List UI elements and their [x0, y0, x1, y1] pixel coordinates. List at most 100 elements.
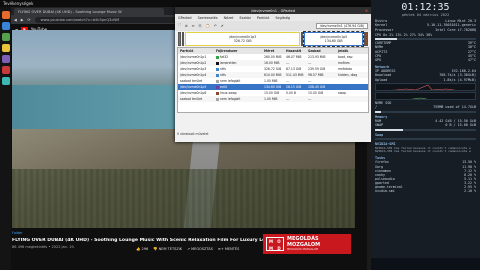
youtube-icon[interactable] [1, 66, 10, 74]
map-seg-efi[interactable] [178, 32, 181, 46]
cell-flags: msftres [338, 61, 350, 65]
back-icon[interactable]: ◀ [14, 18, 17, 22]
close-icon[interactable]: ✕ [365, 9, 368, 13]
menu-gparted[interactable]: GParted [178, 16, 192, 20]
cell-size: 16.00 MiB [264, 61, 280, 65]
memory-row: SWAP 0 B / 15.00 GiB [375, 123, 476, 128]
network-row: Upload 1.8k/s (4.97MiB) [375, 77, 476, 82]
fs-label: fat32 [220, 55, 229, 59]
map-seg-p3[interactable]: /dev/nvme0n1p3 326.72 GiB [185, 32, 301, 46]
banner-sub: MEGOLDÁS MOZGALOM [287, 248, 319, 251]
nvidia-msg-2: NVIDIA-SMI has failed because it couldn'… [375, 150, 471, 154]
app-icon[interactable] [1, 55, 10, 63]
cell-fs: ext4 [216, 85, 264, 89]
date: péntek 04 március 2022 [401, 13, 450, 17]
system-info-row: Processor Intel Core i7-7820HQ [375, 27, 476, 32]
cpu-bar [375, 38, 476, 41]
map-seg-swap[interactable] [364, 32, 368, 46]
cell-fs: nem lefoglalt [216, 97, 264, 101]
cell-size: 15.00 GiB [264, 91, 280, 95]
files-icon[interactable] [1, 22, 10, 30]
cell-fs: linux-swap [216, 91, 264, 95]
ad-banner[interactable]: MOMD MEGOLDÁS MOZGALOM MEGOLDÁS MOZGALOM [263, 234, 351, 254]
cell-free: --- [308, 97, 312, 101]
partition-map: /dev/nvme0n1p3 326.72 GiB /dev/nvme0n1p5 1… [175, 31, 371, 47]
cell-part: /dev/nvme0n1p4 [180, 73, 207, 77]
firefox-icon[interactable] [1, 11, 10, 19]
cell-part: /dev/nvme0n1p1 [180, 55, 207, 59]
cell-used: 46.07 MiB [286, 55, 302, 59]
menu-edit[interactable]: Szerkesztés [198, 16, 218, 20]
fs-color-swatch [216, 97, 219, 101]
menu-view[interactable]: Nézet [224, 16, 234, 20]
cell-free: 239.59 GiB [308, 67, 326, 71]
gparted-titlebar: /dev/nvme0n1 - GParted ✕ [175, 7, 371, 14]
undo-icon[interactable]: ↶ [214, 24, 217, 28]
menu-help[interactable]: Segítség [275, 16, 290, 20]
cell-flags: msftdata [338, 67, 352, 71]
taskbar [371, 258, 480, 270]
map-seg-msr[interactable] [182, 32, 184, 46]
delete-icon[interactable]: ⊘ [185, 24, 188, 28]
cell-size: 1.00 MiB [264, 79, 278, 83]
fs-color-swatch [216, 73, 219, 77]
memory-bar [375, 128, 476, 131]
share-button[interactable]: ↗ MEGOSZTÁS [187, 247, 213, 251]
gparted-status: 0 várakozó művelet [177, 132, 209, 136]
gparted-window: /dev/nvme0n1 - GParted ✕ GParted Szerkes… [175, 7, 371, 142]
terminal-icon[interactable] [1, 33, 10, 41]
cell-free: 15.00 GiB [308, 91, 324, 95]
video-actions: 👍 296 👎 NEM TETSZIK ↗ MEGOSZTÁS ≡+ MENTÉ… [136, 247, 239, 251]
swap-bar [375, 138, 476, 141]
cell-used: 511.43 MiB [286, 73, 304, 77]
download-graph [375, 83, 476, 92]
disk-bar [375, 110, 476, 113]
cell-part: szabad terület [180, 97, 203, 101]
copy-icon[interactable]: ⎘ [199, 24, 202, 28]
video-trees [12, 168, 355, 228]
cell-flags: swap [338, 91, 347, 95]
menu-device[interactable]: Eszköz [239, 16, 250, 20]
fs-label: linux-swap [220, 91, 237, 95]
menu-partition[interactable]: Partíció [257, 16, 270, 20]
reload-icon[interactable]: ⟳ [28, 18, 31, 22]
cell-fs: ntfs [216, 73, 264, 77]
cell-size: 260.00 MiB [264, 55, 282, 59]
cell-part: /dev/nvme0n1p2 [180, 61, 207, 65]
cell-fs: fat32 [216, 55, 264, 59]
cell-free: --- [308, 61, 312, 65]
gparted-title: /dev/nvme0n1 - GParted [251, 8, 295, 13]
cell-used: --- [286, 97, 290, 101]
browser-tab[interactable]: FLYING OVER DUBAI (4K UHD) - Soothing Lo… [14, 8, 164, 15]
cell-size: 610.00 MiB [264, 73, 282, 77]
paste-icon[interactable]: 📋 [206, 24, 210, 28]
like-button[interactable]: 👍 296 [136, 247, 148, 251]
device-select[interactable]: /dev/nvme0n1 (476.94 GiB) [315, 23, 368, 29]
fs-color-swatch [216, 85, 219, 89]
forward-icon[interactable]: ▶ [21, 18, 24, 22]
new-icon[interactable]: 🗋 [178, 23, 181, 29]
task-row: nvidia-smi 2.10 % [375, 189, 476, 194]
gparted-toolbar: 🗋 ⊘ ⇔ ⎘ 📋 ↶ ✔ /dev/nvme0n1 (476.94 GiB) [175, 21, 371, 31]
settings-icon[interactable] [1, 77, 10, 85]
cell-used: 26.15 GiB [286, 85, 302, 89]
dislike-button[interactable]: 👎 NEM TETSZIK [153, 247, 182, 251]
cpu-line: CPU 8x 2% 13% 2% 27% 34% 38% [375, 32, 433, 37]
conky-panel: 01:12:35 péntek 04 március 2022 Distro Li… [371, 0, 480, 270]
resize-icon[interactable]: ⇔ [192, 24, 195, 28]
cell-flags: boot, esp [338, 55, 353, 59]
map-seg-p5[interactable]: /dev/nvme0n1p5 134.60 GiB [303, 31, 364, 47]
cell-part: /dev/nvme0n1p5 [180, 85, 207, 89]
cell-flags: hidden, diag [338, 73, 358, 77]
save-button[interactable]: ≡+ MENTÉS [218, 247, 239, 251]
notes-icon[interactable] [1, 44, 10, 52]
dock [0, 7, 11, 270]
video-info: Folder FLYING OVER DUBAI (4K UHD) - Soot… [12, 230, 355, 270]
activities-label[interactable]: Tevékenységek [0, 1, 33, 6]
cell-part: szabad terület [180, 79, 203, 83]
disk-row: /759MB used of 14.7GiB [375, 105, 476, 110]
map-seg-p4[interactable] [301, 32, 304, 46]
apply-icon[interactable]: ✔ [221, 24, 224, 28]
table-row[interactable]: szabad terület nem lefoglalt 1.00 MiB --- --… [178, 96, 368, 102]
fs-label: ext4 [220, 85, 227, 89]
